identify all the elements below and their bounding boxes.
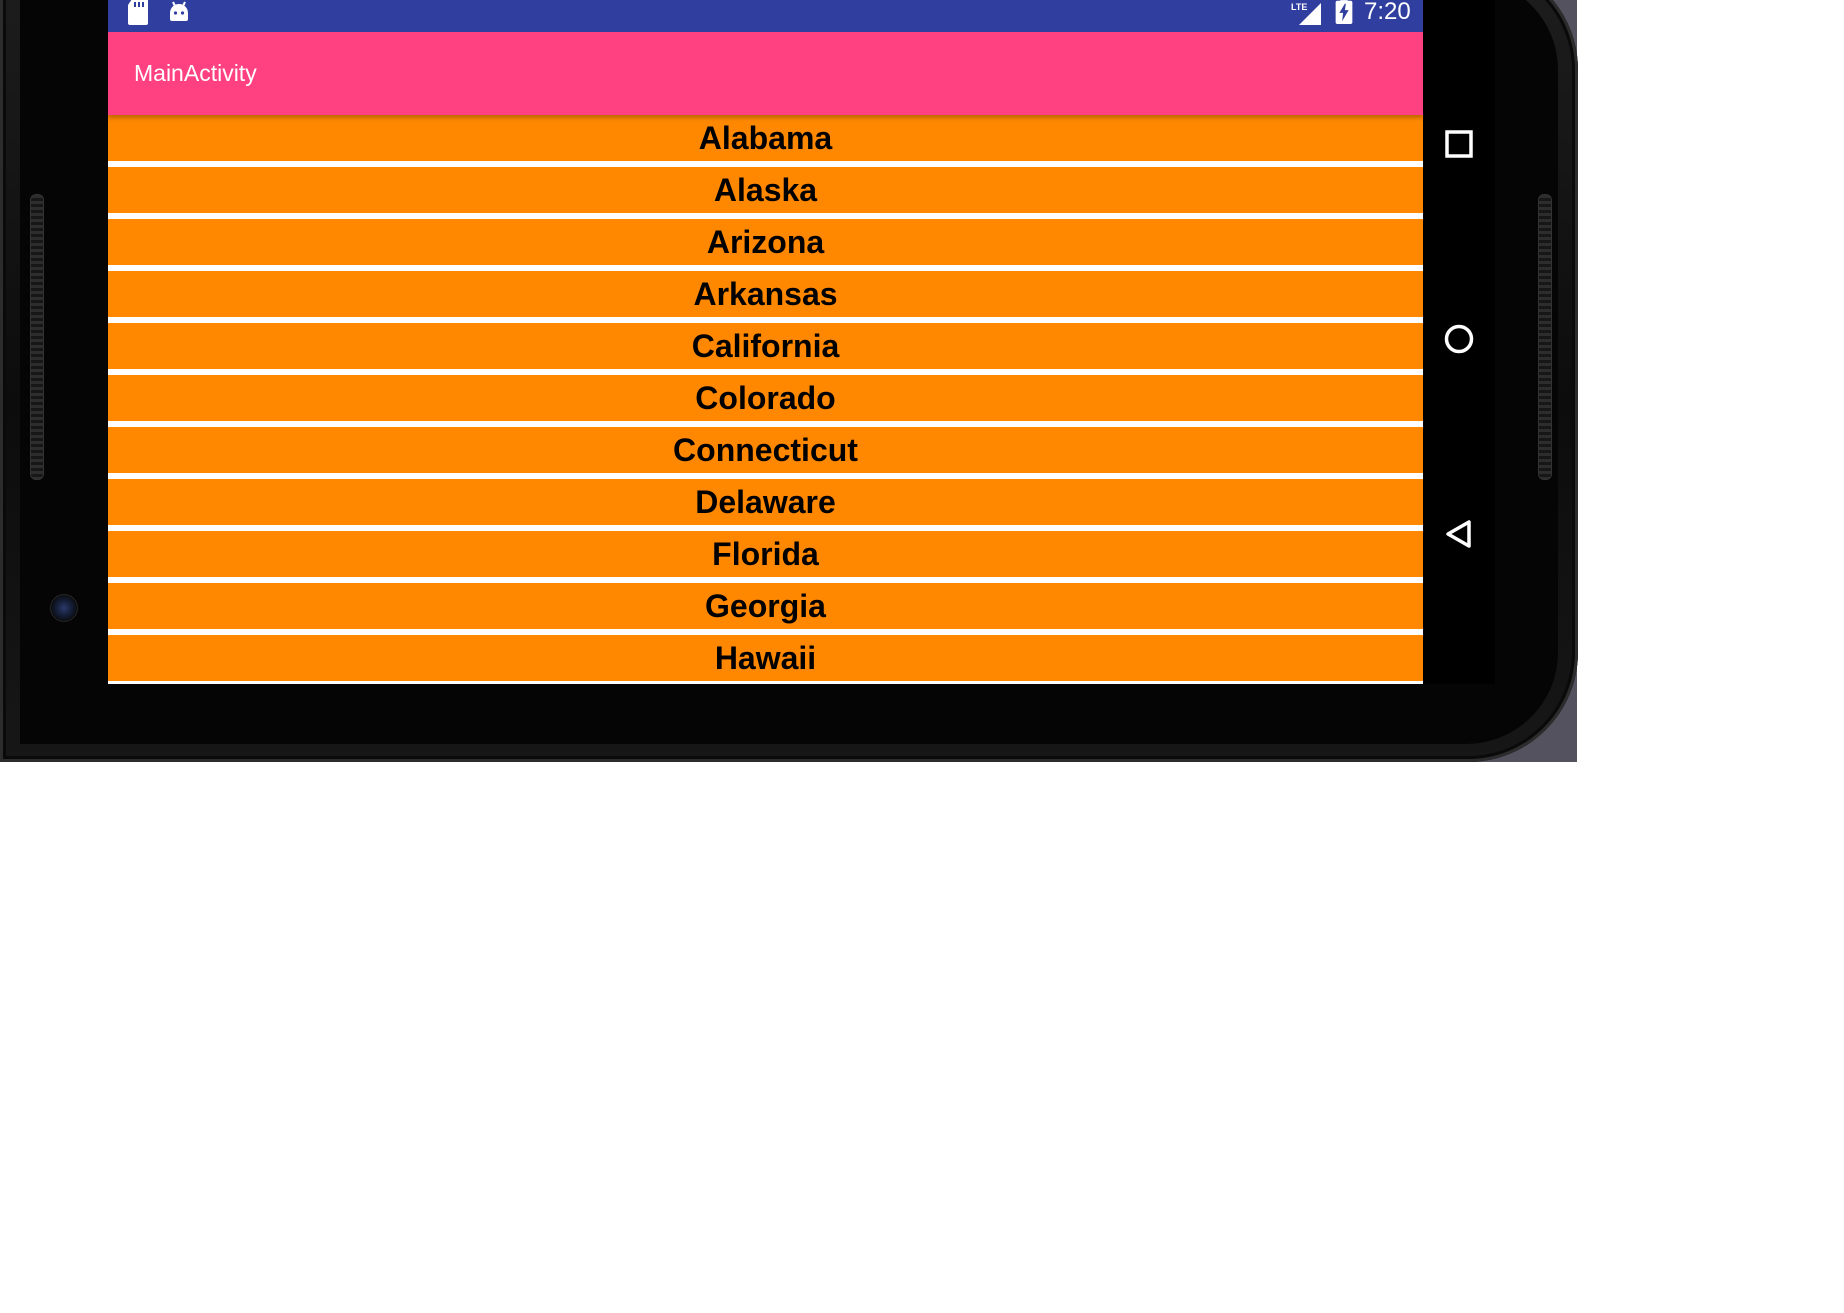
list-item[interactable]: Arizona: [108, 219, 1423, 271]
status-bar: LTE 7:20: [108, 0, 1423, 32]
list-item-label: Hawaii: [714, 639, 817, 676]
app-window: LTE 7:20 MainActivity Alabama Alaska Ari…: [108, 0, 1423, 684]
recents-icon[interactable]: [1443, 128, 1475, 160]
states-list[interactable]: Alabama Alaska Arizona Arkansas Californ…: [108, 115, 1423, 684]
android-debug-icon: [170, 1, 188, 21]
list-item[interactable]: Alabama: [108, 115, 1423, 167]
status-clock: 7:20: [1364, 0, 1411, 25]
list-item[interactable]: Colorado: [108, 375, 1423, 427]
device-screen: LTE 7:20 MainActivity Alabama Alaska Ari…: [108, 0, 1495, 684]
list-item[interactable]: Alaska: [108, 167, 1423, 219]
list-item[interactable]: California: [108, 323, 1423, 375]
right-speaker-grille: [1538, 194, 1552, 480]
list-item[interactable]: Connecticut: [108, 427, 1423, 479]
app-title: MainActivity: [134, 60, 257, 86]
list-item-label: Delaware: [695, 483, 836, 520]
list-item[interactable]: Hawaii: [108, 635, 1423, 684]
list-item-label: Alaska: [713, 171, 818, 208]
home-icon[interactable]: [1443, 323, 1475, 355]
list-item-label: Georgia: [705, 587, 826, 624]
list-item-label: Arizona: [706, 223, 825, 260]
back-icon[interactable]: [1443, 518, 1475, 550]
front-camera: [50, 594, 78, 622]
battery-charging-icon: [1335, 0, 1353, 24]
phone-frame: LTE 7:20 MainActivity Alabama Alaska Ari…: [0, 0, 1578, 762]
svg-text:LTE: LTE: [1291, 2, 1307, 12]
list-item-label: California: [691, 327, 840, 364]
list-item-label: Connecticut: [673, 431, 858, 468]
lte-signal-icon: LTE: [1291, 2, 1321, 25]
list-item[interactable]: Georgia: [108, 583, 1423, 635]
navigation-bar: [1423, 0, 1495, 684]
list-item[interactable]: Florida: [108, 531, 1423, 583]
list-item-label: Alabama: [698, 119, 833, 156]
list-item[interactable]: Delaware: [108, 479, 1423, 531]
list-item-label: Florida: [712, 535, 819, 572]
app-toolbar: MainActivity: [108, 32, 1423, 115]
list-item-label: Arkansas: [693, 275, 838, 312]
left-speaker-grille: [30, 194, 44, 480]
list-item[interactable]: Arkansas: [108, 271, 1423, 323]
list-item-label: Colorado: [695, 379, 836, 416]
sd-card-icon: [128, 0, 148, 25]
